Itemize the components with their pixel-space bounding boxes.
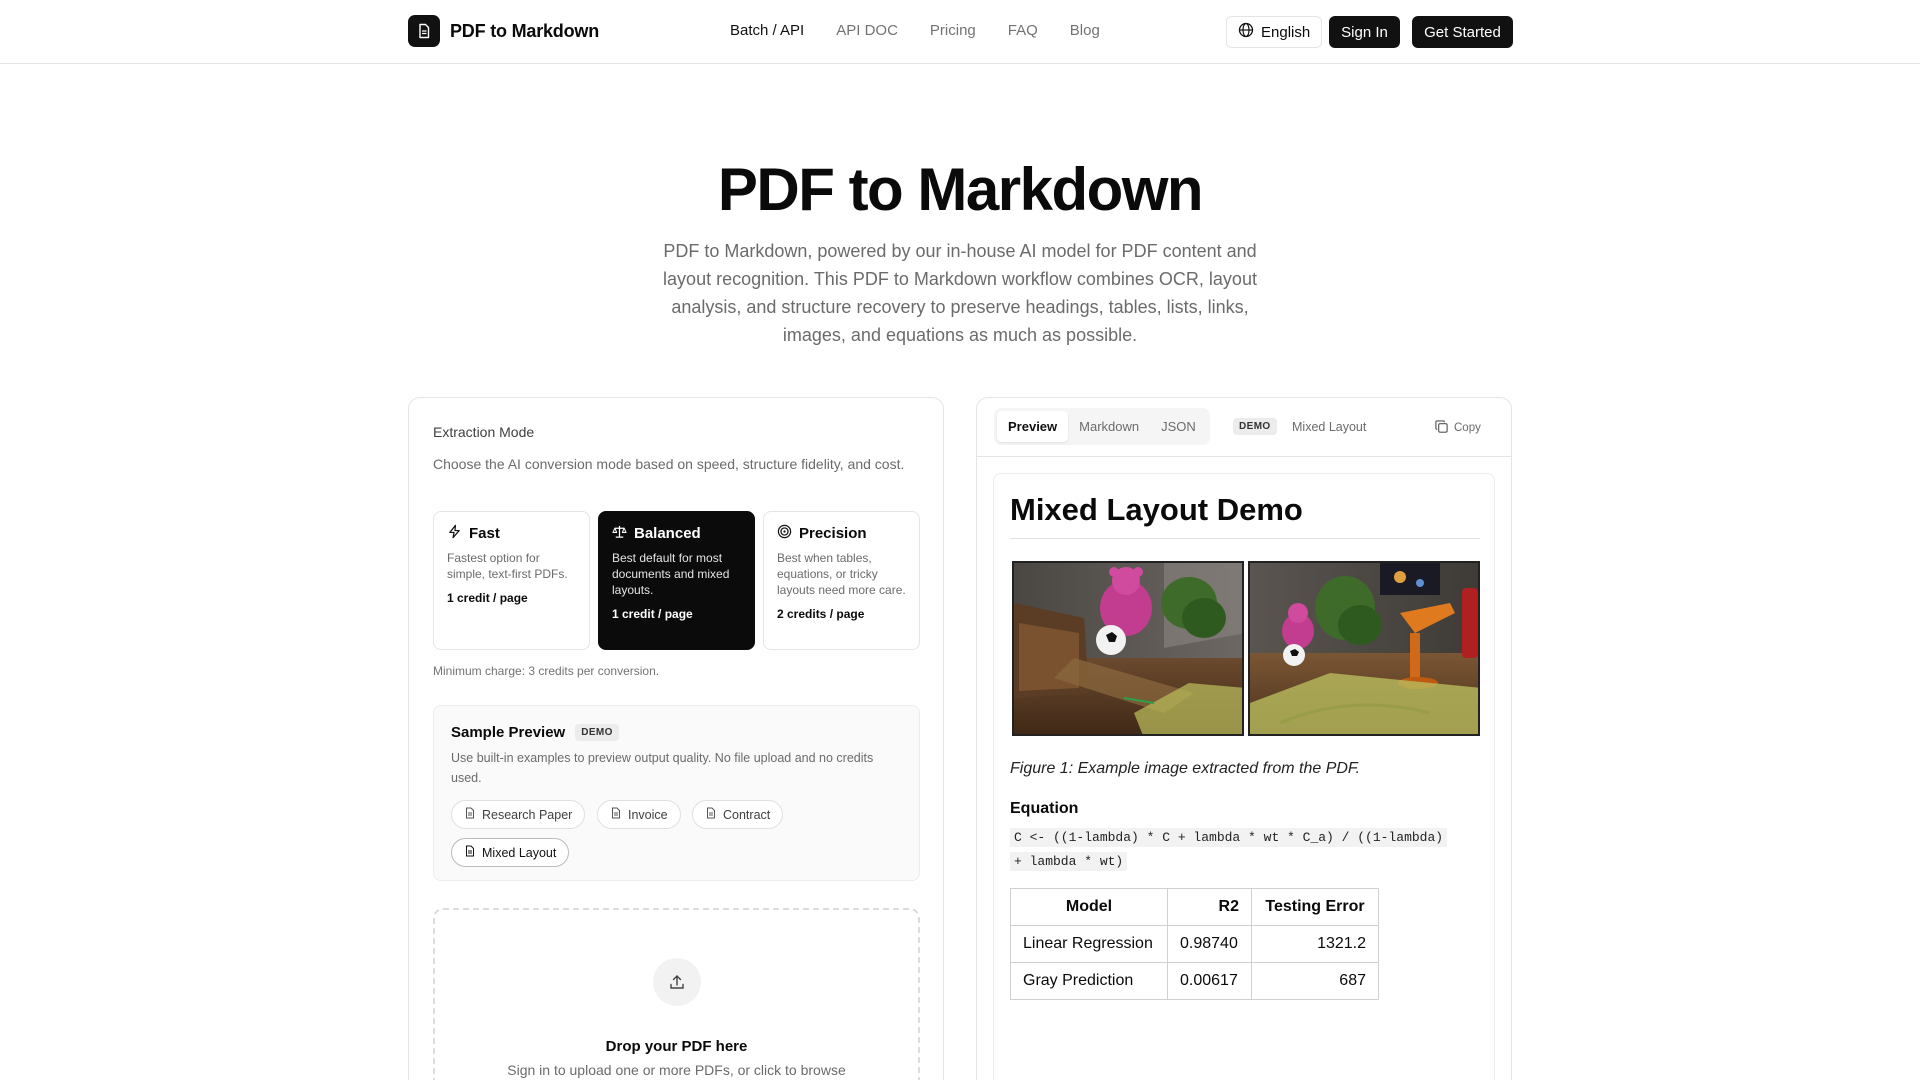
mode-cost: 1 credit / page	[447, 591, 528, 605]
figure-caption: Figure 1: Example image extracted from t…	[1010, 760, 1361, 777]
nav-api-doc[interactable]: API DOC	[836, 22, 898, 39]
document-title: Mixed Layout Demo	[1010, 492, 1480, 539]
table-row: Gray Prediction 0.00617 687	[1010, 962, 1379, 1000]
top-navigation-bar: PDF to Markdown Batch / API API DOC Pric…	[0, 0, 1920, 64]
mode-description: Best default for most documents and mixe…	[612, 551, 730, 597]
page-title: PDF to Markdown	[717, 156, 1204, 223]
mode-name: Fast	[469, 525, 500, 542]
table-header-row: Model R2 Testing Error	[1010, 888, 1379, 926]
chip-label: Research Paper	[482, 807, 573, 822]
language-selector[interactable]: English	[1226, 16, 1323, 48]
table-cell: 687	[1251, 962, 1379, 1000]
table-header-cell: Testing Error	[1251, 888, 1379, 926]
equation-heading: Equation	[1010, 800, 1079, 817]
minimum-charge-note: Minimum charge: 3 credits per conversion…	[433, 664, 660, 678]
upload-icon	[653, 958, 701, 1006]
conversion-panel: Extraction Mode Choose the AI conversion…	[408, 397, 944, 1080]
table-cell: 0.00617	[1167, 962, 1252, 1000]
target-icon	[777, 524, 792, 543]
nav-pricing[interactable]: Pricing	[930, 22, 976, 39]
output-panel: Preview Markdown JSON DEMO Mixed Layout …	[976, 397, 1512, 1080]
globe-icon	[1238, 22, 1254, 42]
sample-chip-contract[interactable]: Contract	[692, 800, 784, 829]
mode-cost: 2 credits / page	[777, 607, 865, 621]
copy-label: Copy	[1454, 422, 1481, 434]
mode-description: Fastest option for simple, text-first PD…	[447, 551, 568, 581]
results-table: Model R2 Testing Error Linear Regression…	[1010, 888, 1379, 1000]
output-tabs: Preview Markdown JSON	[994, 408, 1210, 445]
mode-name: Balanced	[634, 525, 701, 542]
demo-badge: DEMO	[1233, 418, 1277, 435]
brand-link[interactable]: PDF to Markdown	[408, 15, 599, 47]
tab-preview[interactable]: Preview	[997, 411, 1069, 442]
equation-line: C <- ((1-lambda) * C + lambda * wt * C_a…	[1010, 828, 1448, 847]
table-header-cell: Model	[1010, 888, 1168, 926]
equation-line: + lambda * wt)	[1010, 852, 1128, 871]
language-label: English	[1261, 23, 1311, 41]
bolt-icon	[447, 524, 462, 543]
mode-balanced-card[interactable]: Balanced Best default for most documents…	[598, 511, 755, 650]
file-icon	[610, 807, 622, 822]
brand-name: PDF to Markdown	[450, 20, 599, 41]
sample-preview-title: Sample Preview	[451, 724, 566, 741]
file-icon	[464, 807, 476, 822]
file-icon	[705, 807, 717, 822]
nav-faq[interactable]: FAQ	[1008, 22, 1038, 39]
sample-chip-invoice[interactable]: Invoice	[597, 800, 681, 829]
sample-preview-box: Sample Preview DEMO Use built-in example…	[433, 705, 920, 881]
dropzone-title: Drop your PDF here	[605, 1038, 748, 1055]
extracted-image-right	[1248, 561, 1480, 736]
dropzone-subtitle: Sign in to upload one or more PDFs, or c…	[507, 1062, 846, 1078]
nav-blog[interactable]: Blog	[1070, 22, 1100, 39]
copy-button[interactable]: Copy	[1434, 419, 1481, 437]
tab-json[interactable]: JSON	[1150, 411, 1207, 442]
sign-in-button[interactable]: Sign In	[1329, 16, 1400, 48]
equation-code: C <- ((1-lambda) * C + lambda * wt * C_a…	[1010, 826, 1480, 874]
extraction-mode-description: Choose the AI conversion mode based on s…	[433, 456, 905, 472]
page-subtitle: PDF to Markdown, powered by our in-house…	[663, 241, 1257, 345]
table-cell: Linear Regression	[1010, 925, 1168, 963]
extracted-image-left	[1012, 561, 1244, 736]
tab-markdown[interactable]: Markdown	[1068, 411, 1150, 442]
chip-label: Mixed Layout	[482, 845, 557, 860]
table-row: Linear Regression 0.98740 1321.2	[1010, 925, 1379, 963]
get-started-button[interactable]: Get Started	[1412, 16, 1513, 48]
nav-batch-api[interactable]: Batch / API	[730, 22, 804, 39]
sample-name-label: Mixed Layout	[1292, 420, 1367, 434]
scale-icon	[612, 524, 627, 543]
table-cell: 1321.2	[1251, 925, 1379, 963]
rendered-preview: Mixed Layout Demo Figure 1: Example imag…	[993, 473, 1495, 1080]
sample-chip-mixed-layout[interactable]: Mixed Layout	[451, 838, 570, 867]
chip-label: Contract	[723, 807, 771, 822]
file-icon	[464, 845, 476, 860]
demo-badge: DEMO	[575, 724, 619, 741]
mode-name: Precision	[799, 525, 867, 542]
main-nav: Batch / API API DOC Pricing FAQ Blog	[730, 22, 1100, 39]
table-cell: 0.98740	[1167, 925, 1252, 963]
output-toolbar: Preview Markdown JSON DEMO Mixed Layout …	[977, 398, 1511, 457]
mode-description: Best when tables, equations, or tricky l…	[777, 551, 906, 597]
sample-preview-description: Use built-in examples to preview output …	[451, 751, 874, 785]
table-header-cell: R2	[1167, 888, 1252, 926]
extraction-mode-title: Extraction Mode	[433, 424, 535, 440]
pdf-dropzone[interactable]: Drop your PDF here Sign in to upload one…	[433, 908, 920, 1080]
mode-precision-card[interactable]: Precision Best when tables, equations, o…	[763, 511, 920, 650]
table-cell: Gray Prediction	[1010, 962, 1168, 1000]
mode-fast-card[interactable]: Fast Fastest option for simple, text-fir…	[433, 511, 590, 650]
sample-chip-research-paper[interactable]: Research Paper	[451, 800, 586, 829]
mode-cost: 1 credit / page	[612, 607, 693, 621]
chip-label: Invoice	[628, 807, 668, 822]
document-icon	[408, 15, 440, 47]
copy-icon	[1434, 419, 1449, 437]
